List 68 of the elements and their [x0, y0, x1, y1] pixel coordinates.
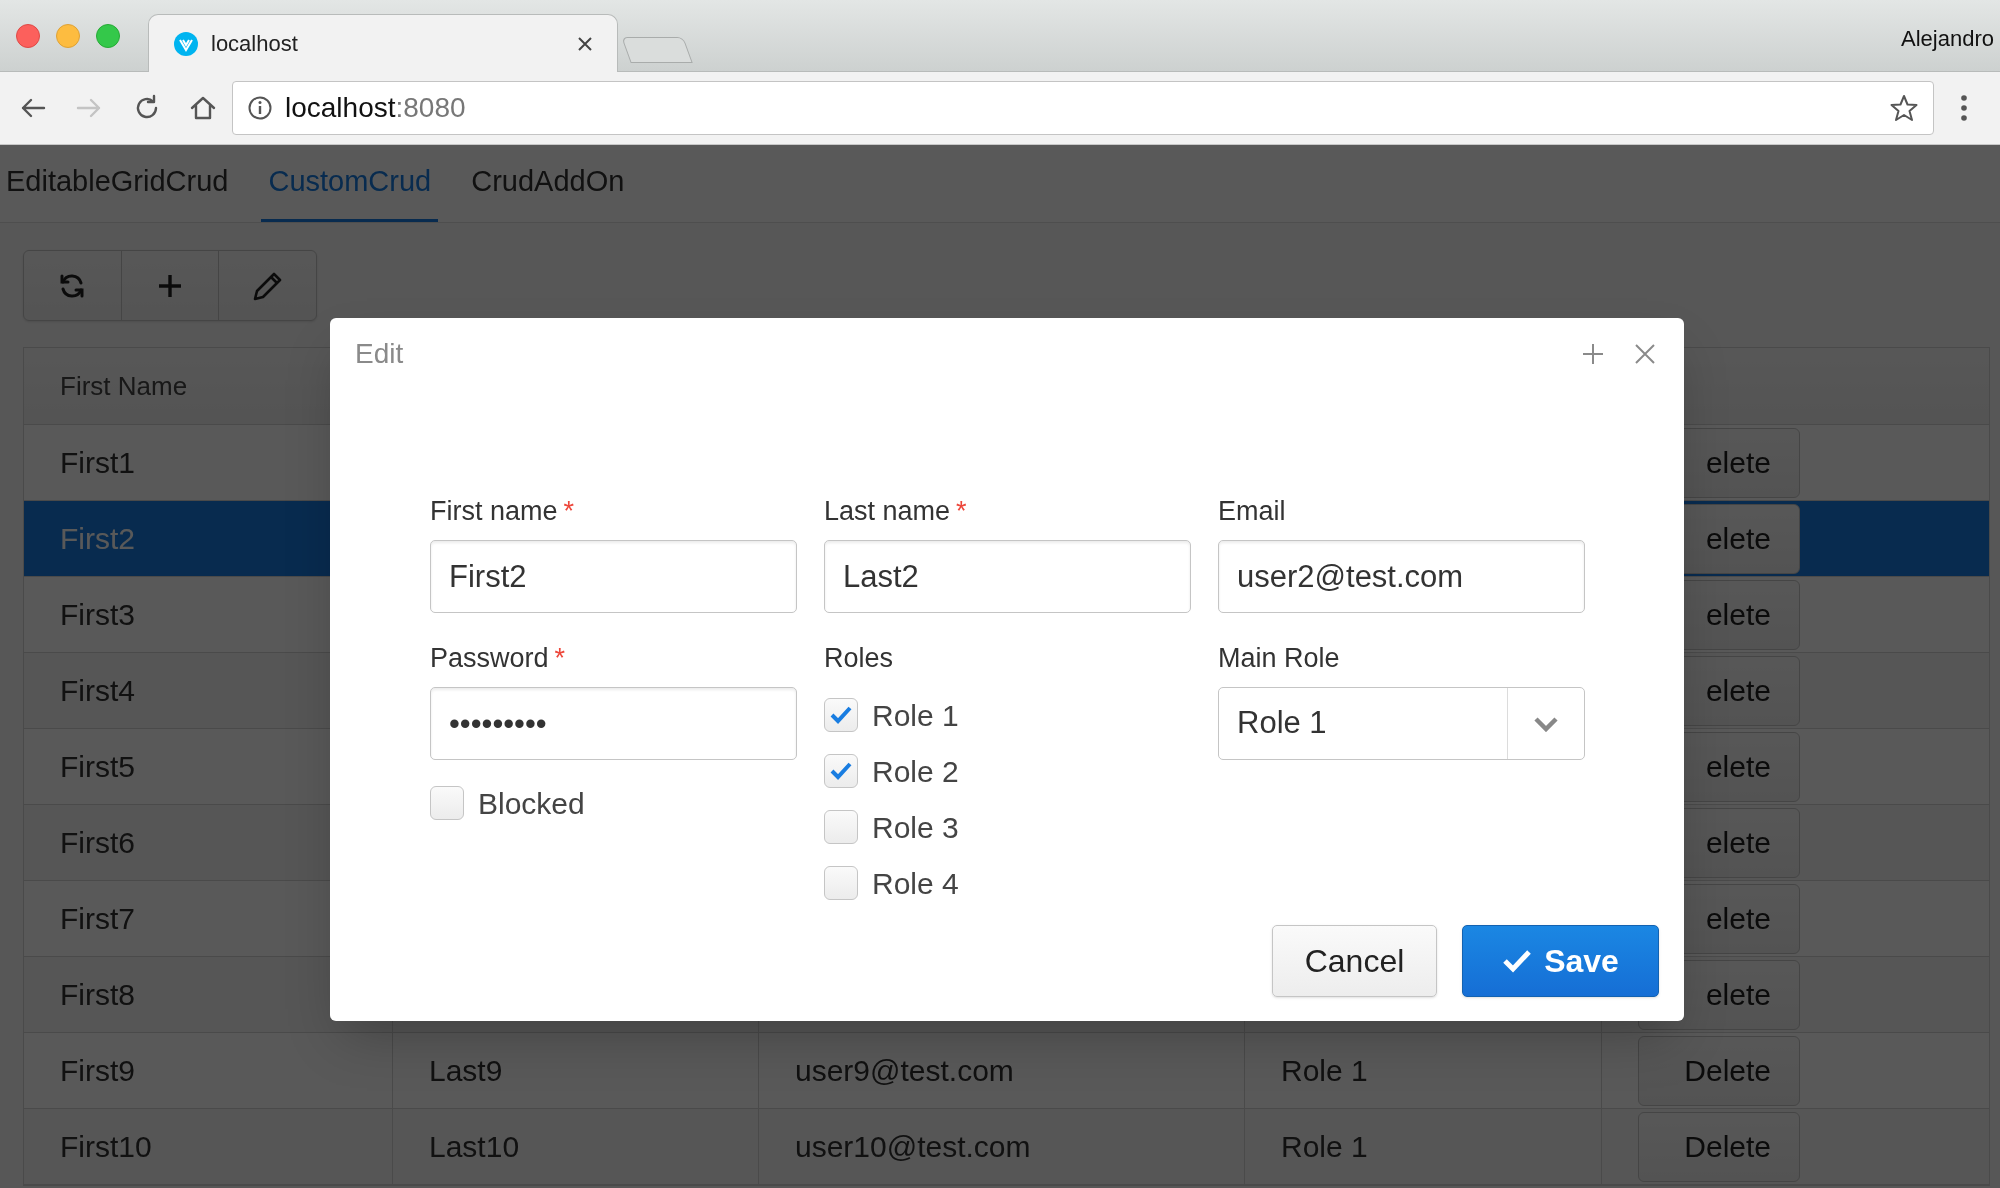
browser-tab[interactable]: localhost — [148, 14, 618, 72]
field-label: Last name — [824, 494, 951, 528]
text-field[interactable]: Last2 — [824, 540, 1191, 613]
text-field[interactable]: ••••••••• — [430, 687, 797, 760]
table-cell-text: First1 — [60, 445, 135, 481]
cancel-button[interactable]: Cancel — [1272, 925, 1437, 997]
close-window-button[interactable] — [16, 24, 40, 48]
checkbox-label[interactable]: Role 3 — [872, 804, 959, 850]
table-cell-text: Role 1 — [1281, 1053, 1368, 1089]
checkbox-label[interactable]: Role 4 — [872, 860, 959, 906]
zoom-window-button[interactable] — [96, 24, 120, 48]
star-icon[interactable] — [1889, 93, 1919, 123]
grid-row[interactable]: First9 Last9 user9@test.com Role 1 Delete — [24, 1033, 1989, 1109]
text-field[interactable]: First2 — [430, 540, 797, 613]
app-tab[interactable]: CustomCrud — [261, 145, 439, 222]
field-label: Main Role — [1218, 641, 1340, 675]
delete-button[interactable]: Delete — [1638, 1111, 1800, 1182]
table-cell-text: First4 — [60, 673, 135, 709]
field-label: Email — [1218, 494, 1286, 528]
field-label: First name — [430, 494, 558, 528]
checkbox[interactable] — [824, 810, 858, 844]
table-cell-text: First5 — [60, 749, 135, 785]
check-icon — [829, 705, 853, 725]
close-icon[interactable] — [577, 35, 593, 52]
field-label: Password — [430, 641, 549, 675]
table-cell-text: user10@test.com — [795, 1129, 1031, 1165]
url-text: localhost:8080 — [285, 91, 467, 125]
tab-title: localhost — [211, 30, 299, 58]
required-indicator: * — [956, 494, 967, 528]
dropdown[interactable]: Role 1 — [1218, 687, 1585, 760]
required-indicator: * — [554, 641, 566, 675]
checkbox[interactable] — [430, 786, 464, 820]
dialog-title: Edit — [355, 337, 405, 371]
checkbox[interactable] — [824, 754, 858, 788]
column-header[interactable]: First Name — [60, 366, 188, 406]
save-button[interactable]: Save — [1462, 925, 1659, 997]
checkbox-label[interactable]: Role 2 — [872, 748, 959, 794]
checkbox[interactable] — [824, 698, 858, 732]
table-cell-text: First9 — [60, 1053, 135, 1089]
maximize-icon[interactable] — [1582, 343, 1604, 365]
table-cell-text: First10 — [60, 1129, 152, 1165]
grid-row[interactable]: First10 Last10 user10@test.com Role 1 Delete — [24, 1109, 1989, 1185]
table-cell-text: First3 — [60, 597, 135, 633]
table-cell-text: First7 — [60, 901, 135, 937]
table-cell-text: Last10 — [429, 1129, 520, 1165]
menu-icon[interactable] — [1960, 94, 1968, 122]
profile-name[interactable]: Alejandro — [1901, 22, 1994, 55]
delete-button[interactable]: Delete — [1638, 1035, 1800, 1106]
check-icon — [1502, 948, 1533, 974]
field-label: Roles — [824, 641, 894, 675]
favicon-icon — [173, 30, 199, 57]
table-cell-text: First6 — [60, 825, 135, 861]
table-cell-text: Last9 — [429, 1053, 503, 1089]
table-cell-text: user9@test.com — [795, 1053, 1014, 1089]
checkbox-label[interactable]: Role 1 — [872, 692, 959, 738]
chevron-down-icon — [1533, 715, 1559, 732]
checkbox[interactable] — [824, 866, 858, 900]
address-bar[interactable]: localhost:8080 — [232, 81, 1934, 135]
checkbox-label[interactable]: Blocked — [478, 780, 585, 826]
info-icon[interactable] — [247, 95, 273, 121]
table-cell-text: Role 1 — [1281, 1129, 1368, 1165]
app-tab[interactable]: EditableGridCrud — [0, 145, 236, 222]
table-cell-text: First8 — [60, 977, 135, 1013]
required-indicator: * — [563, 494, 575, 528]
table-cell-text: First2 — [60, 521, 135, 557]
app-tab[interactable]: CrudAddOn — [464, 145, 632, 222]
check-icon — [829, 761, 853, 781]
text-field[interactable]: user2@test.com — [1218, 540, 1585, 613]
